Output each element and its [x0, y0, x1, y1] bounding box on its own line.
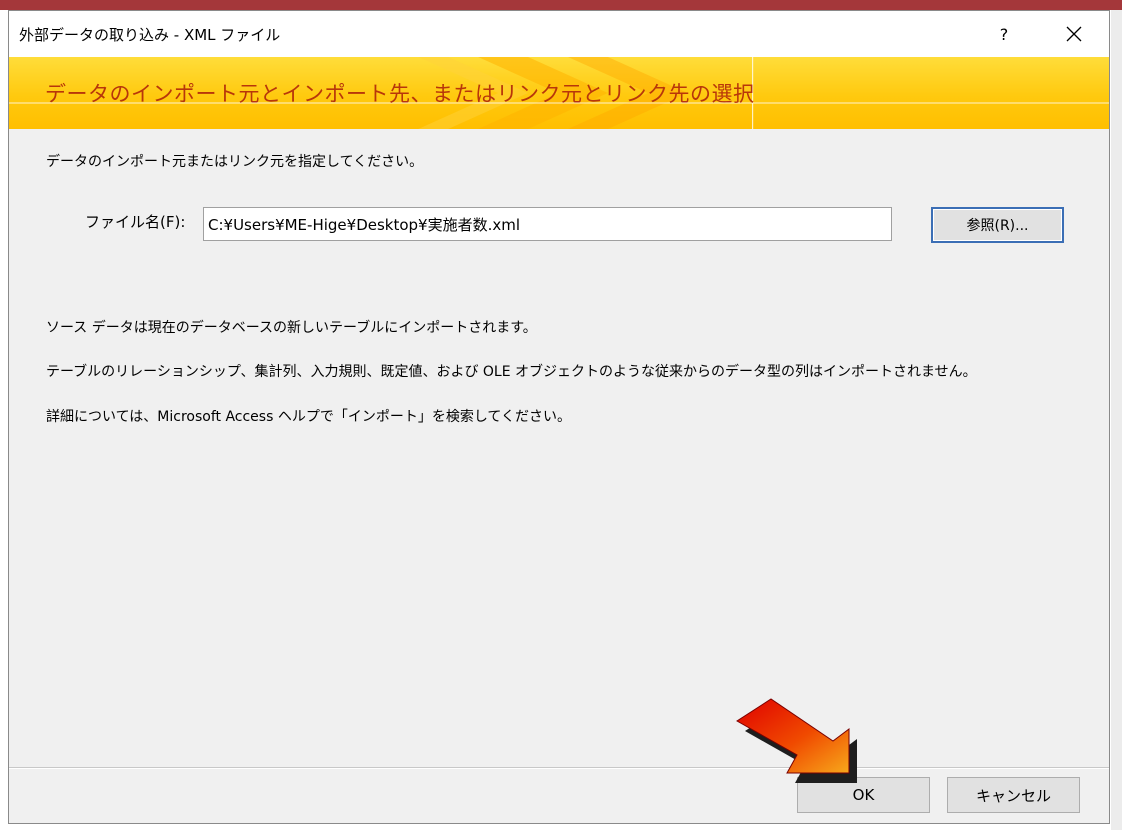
dialog-content: データのインポート元またはリンク元を指定してください。 ファイル名(F): 参照…	[9, 129, 1109, 767]
dialog-titlebar: 外部データの取り込み - XML ファイル ?	[9, 11, 1109, 57]
close-icon	[1066, 26, 1082, 42]
close-button[interactable]	[1049, 11, 1099, 57]
import-xml-dialog: 外部データの取り込み - XML ファイル ? データのインポート元とインポート…	[8, 10, 1110, 824]
app-title-strip	[0, 0, 1122, 10]
info-text-import-target: ソース データは現在のデータベースの新しいテーブルにインポートされます。	[46, 320, 537, 336]
background-window-edge	[1111, 10, 1122, 830]
info-text-help: 詳細については、Microsoft Access ヘルプで「インポート」を検索し…	[46, 409, 571, 425]
header-banner: データのインポート元とインポート先、またはリンク元とリンク先の選択	[9, 57, 1109, 129]
browse-button[interactable]: 参照(R)...	[931, 207, 1064, 243]
help-button[interactable]: ?	[981, 11, 1027, 57]
pointer-arrow-icon	[736, 698, 857, 783]
dialog-title: 外部データの取り込み - XML ファイル	[19, 26, 281, 44]
cancel-button[interactable]: キャンセル	[947, 777, 1080, 813]
instruction-text: データのインポート元またはリンク元を指定してください。	[46, 154, 424, 170]
file-name-label: ファイル名(F):	[85, 213, 186, 231]
info-text-excluded-columns: テーブルのリレーションシップ、集計列、入力規則、既定値、および OLE オブジェ…	[46, 364, 977, 380]
footer-separator-highlight	[9, 768, 1109, 769]
banner-heading: データのインポート元とインポート先、またはリンク元とリンク先の選択	[45, 82, 755, 106]
file-name-input[interactable]	[203, 207, 892, 241]
